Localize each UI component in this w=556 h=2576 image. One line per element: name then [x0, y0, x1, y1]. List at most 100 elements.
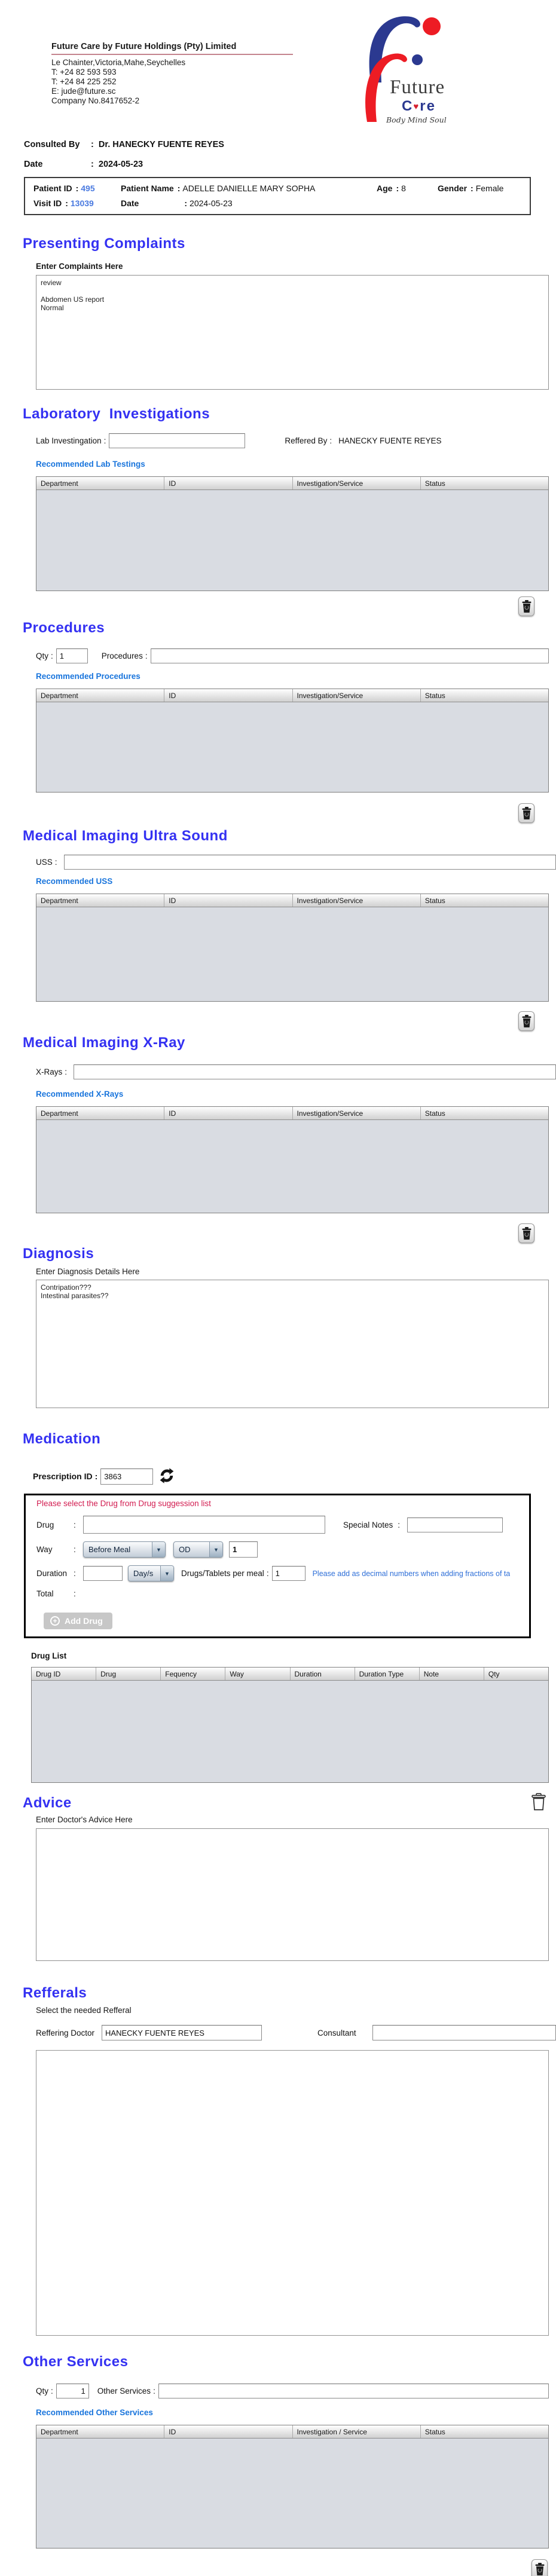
- duration-label: Duration: [36, 1569, 68, 1578]
- other-services-table: Department ID Investigation / Service St…: [36, 2425, 549, 2549]
- drug-list-label: Drug List: [31, 1651, 67, 1660]
- col-frequency: Fequency: [161, 1668, 226, 1680]
- recommended-uss-link[interactable]: Recommended USS: [36, 877, 556, 886]
- complaints-label: Enter Complaints Here: [36, 262, 123, 271]
- col-id: ID: [164, 689, 293, 702]
- procedures-input[interactable]: [150, 648, 549, 663]
- refresh-prescription-button[interactable]: [158, 1467, 176, 1485]
- section-title-other-services: Other Services: [23, 2354, 129, 2370]
- advice-textarea[interactable]: [36, 1828, 549, 1961]
- uss-input[interactable]: [63, 855, 556, 870]
- delete-uss-item-button[interactable]: [518, 1011, 534, 1031]
- col-investigation: Investigation/Service: [293, 689, 421, 702]
- drug-suggestion-hint: Please select the Drug from Drug suggess…: [36, 1499, 211, 1508]
- fraction-note: Please add as decimal numbers when addin…: [312, 1569, 510, 1578]
- visit-id-label: Visit ID: [33, 198, 62, 208]
- duration-row: Duration: Day/s ▼ Drugs/Tablets per meal…: [36, 1565, 529, 1581]
- procedures-table-body: [36, 702, 548, 792]
- xray-input[interactable]: [74, 1064, 556, 1079]
- other-qty-input[interactable]: [56, 2384, 89, 2398]
- add-drug-label: Add Drug: [65, 1616, 103, 1626]
- procedures-label: Procedures: [101, 651, 143, 660]
- recommended-lab-link[interactable]: Recommended Lab Testings: [36, 460, 556, 469]
- drug-list-table: Drug ID Drug Fequency Way Duration Durat…: [31, 1667, 549, 1783]
- xray-table: Department ID Investigation/Service Stat…: [36, 1106, 549, 1213]
- frequency-qty-input[interactable]: [229, 1541, 258, 1558]
- delete-procedure-item-button[interactable]: [518, 803, 534, 823]
- frequency-select[interactable]: OD ▼: [173, 1541, 223, 1558]
- section-title-xray: Medical Imaging X-Ray: [23, 1035, 185, 1051]
- patient-name-label: Patient Name: [121, 183, 174, 193]
- col-id: ID: [164, 477, 293, 489]
- special-notes-label: Special Notes: [343, 1520, 393, 1529]
- reffering-doctor-input[interactable]: [102, 2025, 262, 2040]
- consultant-input[interactable]: [372, 2025, 556, 2040]
- consultant-label: Consultant: [317, 2028, 356, 2037]
- procedures-table-header: Department ID Investigation/Service Stat…: [36, 689, 548, 702]
- patient-row-1: Patient ID:495 Patient Name: ADELLE DANIE…: [33, 183, 504, 193]
- other-services-input[interactable]: [158, 2384, 549, 2398]
- duration-input[interactable]: [83, 1566, 123, 1581]
- advice-header-row: Advice: [0, 1791, 548, 1812]
- meal-timing-select[interactable]: Before Meal ▼: [83, 1541, 166, 1558]
- chevron-down-icon: ▼: [152, 1542, 165, 1557]
- duration-unit-select[interactable]: Day/s ▼: [128, 1565, 174, 1581]
- other-trash-row: [0, 2559, 548, 2576]
- add-drug-button[interactable]: + Add Drug: [44, 1613, 112, 1629]
- col-id: ID: [164, 894, 293, 907]
- col-department: Department: [36, 477, 165, 489]
- date-value: 2024-05-23: [98, 160, 143, 169]
- duration-unit-value: Day/s: [133, 1569, 154, 1578]
- reffering-doctor-label: Reffering Doctor: [36, 2028, 95, 2037]
- col-investigation: Investigation/Service: [293, 1107, 421, 1119]
- delete-drug-item-button[interactable]: [530, 1791, 548, 1812]
- future-care-logo: Future C♥re Body Mind Soul: [362, 11, 458, 126]
- lab-input-row: Lab Investingation: Reffered By: HANECKY…: [36, 433, 556, 448]
- procedures-qty-input[interactable]: [56, 648, 88, 663]
- gender-value: Female: [475, 183, 504, 193]
- drug-table-body: [32, 1681, 548, 1782]
- prescription-id-input[interactable]: [100, 1468, 154, 1485]
- col-status: Status: [424, 1109, 445, 1118]
- drug-label: Drug: [36, 1520, 54, 1529]
- referred-by-label: Reffered By: [285, 436, 328, 445]
- section-title-advice: Advice: [23, 1795, 72, 1811]
- uss-input-row: USS:: [36, 855, 556, 870]
- diagnosis-textarea[interactable]: Contripation??? Intestinal parasites??: [36, 1280, 549, 1408]
- patient-info-box: Patient ID:495 Patient Name: ADELLE DANIE…: [24, 177, 531, 215]
- col-status: Status: [424, 692, 445, 700]
- col-investigation: Investigation/Service: [293, 477, 421, 489]
- recommended-xray-link[interactable]: Recommended X-Rays: [36, 1090, 556, 1099]
- recommended-other-services-link[interactable]: Recommended Other Services: [36, 2408, 556, 2417]
- per-meal-label: Drugs/Tablets per meal: [181, 1569, 264, 1578]
- drug-input[interactable]: [83, 1516, 325, 1534]
- section-title-laboratory: Laboratory Investigations: [23, 406, 210, 422]
- per-meal-input[interactable]: [271, 1566, 306, 1581]
- other-table-body: [36, 2439, 548, 2548]
- age-value: 8: [401, 183, 406, 193]
- delete-other-service-item-button[interactable]: [531, 2559, 548, 2576]
- letterhead: Future Care by Future Holdings (Pty) Lim…: [0, 0, 556, 127]
- patient-name-value: ADELLE DANIELLE MARY SOPHA: [182, 183, 316, 193]
- lab-results-table: Department ID Investigation/Service Stat…: [36, 476, 549, 591]
- xray-input-row: X-Rays:: [36, 1064, 556, 1079]
- company-title: Future Care by Future Holdings (Pty) Lim…: [51, 42, 293, 55]
- recommended-procedures-link[interactable]: Recommended Procedures: [36, 672, 556, 681]
- trash-outline-icon: [531, 1792, 546, 1810]
- gender-label: Gender: [438, 183, 468, 193]
- lab-investigation-input[interactable]: [109, 433, 246, 448]
- drug-table-header: Drug ID Drug Fequency Way Duration Durat…: [32, 1668, 548, 1681]
- procedures-trash-row: [0, 803, 534, 823]
- complaints-textarea[interactable]: review Abdomen US report Normal: [36, 275, 549, 390]
- lab-input-label: Lab Investingation: [36, 436, 102, 445]
- trash-icon: [522, 1015, 531, 1027]
- delete-xray-item-button[interactable]: [518, 1223, 534, 1243]
- delete-lab-item-button[interactable]: [518, 596, 534, 616]
- col-duration: Duration: [291, 1668, 355, 1680]
- section-title-presenting-complaints: Presenting Complaints: [23, 235, 185, 252]
- col-drug: Drug: [96, 1668, 161, 1680]
- total-label: Total: [36, 1589, 54, 1598]
- visit-date-label: Date: [121, 198, 139, 208]
- col-id: ID: [164, 1107, 293, 1119]
- special-notes-input[interactable]: [407, 1517, 503, 1532]
